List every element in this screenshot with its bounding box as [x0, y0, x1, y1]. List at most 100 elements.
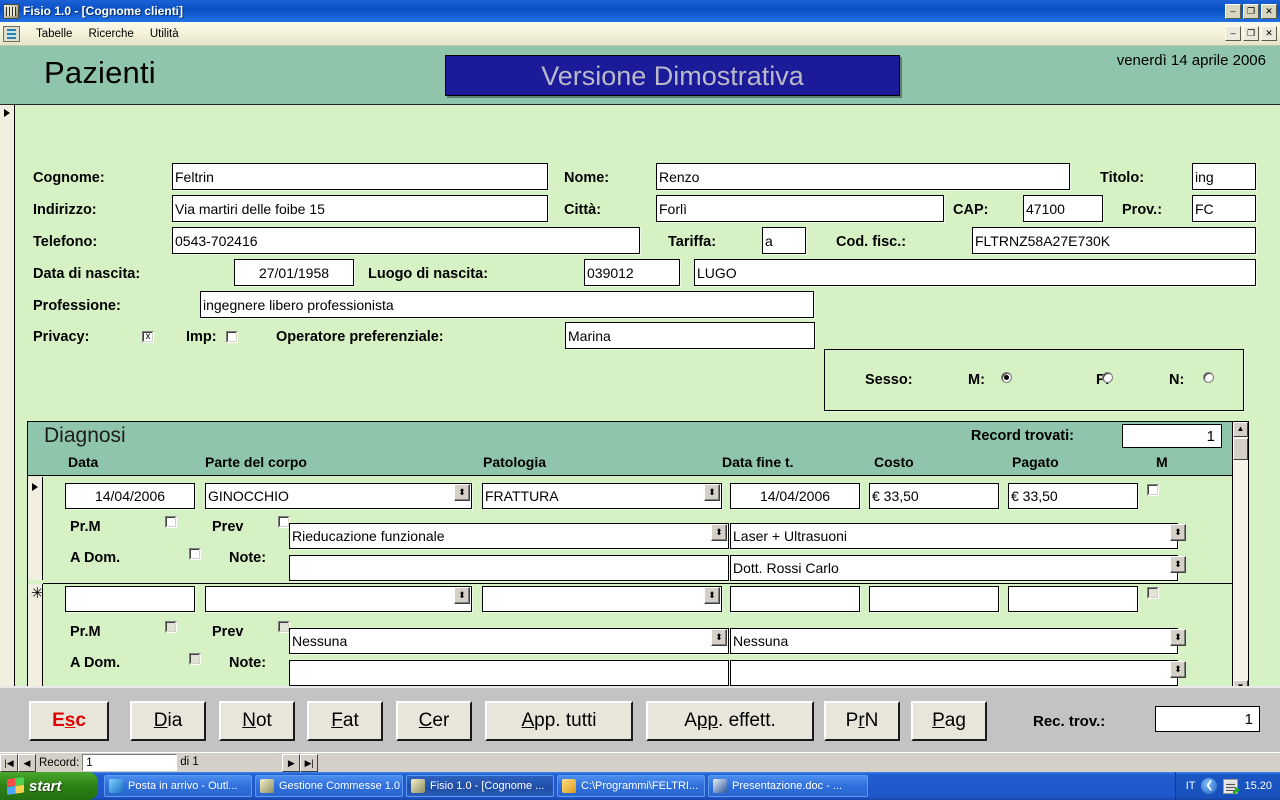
mdi-minimize-icon[interactable]: – [1225, 26, 1241, 41]
nome-label: Nome: [564, 170, 610, 186]
diagnosi-scrollbar[interactable]: ▲ ▼ [1232, 422, 1248, 695]
row-data-input[interactable]: 14/04/2006 [65, 483, 195, 509]
row-patologia-input[interactable]: FRATTURA [482, 483, 722, 509]
record-number-input[interactable]: 1 [82, 754, 178, 771]
titolo-input[interactable]: ing [1192, 163, 1256, 190]
tariffa-input[interactable]: a [762, 227, 806, 254]
privacy-checkbox[interactable]: x [142, 331, 154, 343]
row-pagato-input[interactable]: € 33,50 [1008, 483, 1138, 509]
record-selector[interactable] [0, 105, 15, 686]
new-patologia-dropdown-icon[interactable]: ⬍ [704, 587, 720, 604]
new-row-terapia-input[interactable]: Nessuna [289, 628, 729, 654]
new-row-apparecchiatura-input[interactable]: Nessuna [730, 628, 1178, 654]
parte-del-corpo-dropdown-icon[interactable]: ⬍ [454, 484, 470, 501]
nav-next-icon[interactable]: ▶ [282, 753, 301, 772]
row-terapia-input[interactable]: Rieducazione funzionale [289, 523, 729, 549]
patologia-dropdown-icon[interactable]: ⬍ [704, 484, 720, 501]
row-data-fine-input[interactable]: 14/04/2006 [730, 483, 860, 509]
menu-item-utilita[interactable]: Utilità [142, 26, 187, 42]
taskbar-item-explorer[interactable]: C:\Programmi\FELTRI... [557, 775, 705, 797]
language-indicator[interactable]: IT [1186, 780, 1196, 792]
new-row-data-fine-input[interactable] [730, 586, 860, 612]
new-row-data-input[interactable] [65, 586, 195, 612]
codfisc-input[interactable]: FLTRNZ58A27E730K [972, 227, 1256, 254]
app-icon [411, 779, 425, 793]
sesso-f-radio[interactable] [1102, 372, 1113, 383]
professione-input[interactable]: ingegnere libero professionista [200, 291, 814, 318]
new-row-m-checkbox[interactable] [1147, 587, 1159, 599]
start-button[interactable]: start [0, 772, 98, 800]
row-parte-del-corpo-input[interactable]: GINOCCHIO [205, 483, 472, 509]
taskbar-item-fisio[interactable]: Fisio 1.0 - [Cognome ... [406, 775, 554, 797]
chevron-left-icon[interactable]: ❮ [1201, 778, 1218, 794]
table-row-selector[interactable] [28, 477, 43, 580]
app-tutti-button[interactable]: App. tutti [485, 701, 633, 741]
terapia-dropdown-icon[interactable]: ⬍ [711, 524, 727, 541]
nav-last-icon[interactable]: ▶| [300, 753, 319, 772]
scrollbar-thumb[interactable] [1233, 438, 1248, 460]
new-medico-dropdown-icon[interactable]: ⬍ [1170, 661, 1186, 678]
new-row-patologia-input[interactable] [482, 586, 722, 612]
mdi-restore-icon[interactable]: ❐ [1243, 26, 1259, 41]
sesso-n-radio[interactable] [1203, 372, 1214, 383]
dia-button[interactable]: Dia [130, 701, 206, 741]
scroll-up-icon[interactable]: ▲ [1233, 422, 1248, 437]
fat-button-label: Fat [331, 710, 359, 731]
app-effett-button[interactable]: App. effett. [646, 701, 814, 741]
new-apparecchiatura-dropdown-icon[interactable]: ⬍ [1170, 629, 1186, 646]
pag-button[interactable]: Pag [911, 701, 987, 741]
row-costo-input[interactable]: € 33,50 [869, 483, 999, 509]
imp-checkbox[interactable] [226, 331, 238, 343]
nav-first-icon[interactable]: |◀ [0, 753, 18, 772]
new-terapia-dropdown-icon[interactable]: ⬍ [711, 629, 727, 646]
menu-item-tabelle[interactable]: Tabelle [28, 26, 80, 42]
nav-prev-icon[interactable]: ◀ [18, 753, 36, 772]
cognome-input[interactable]: Feltrin [172, 163, 548, 190]
not-button[interactable]: Not [219, 701, 295, 741]
medico-dropdown-icon[interactable]: ⬍ [1170, 556, 1186, 573]
new-parte-del-corpo-dropdown-icon[interactable]: ⬍ [454, 587, 470, 604]
data-nascita-input[interactable]: 27/01/1958 [234, 259, 354, 286]
apparecchiatura-dropdown-icon[interactable]: ⬍ [1170, 524, 1186, 541]
row-prm-checkbox[interactable] [165, 516, 177, 528]
row-note-input[interactable] [289, 555, 729, 581]
luogo-nascita-code-input[interactable]: 039012 [584, 259, 680, 286]
row-apparecchiatura-input[interactable]: Laser + Ultrasuoni [730, 523, 1178, 549]
new-row-adom-checkbox[interactable] [189, 653, 201, 665]
new-row-pagato-input[interactable] [1008, 586, 1138, 612]
menu-item-ricerche[interactable]: Ricerche [80, 26, 141, 42]
row-m-checkbox[interactable] [1147, 484, 1159, 496]
cap-input[interactable]: 47100 [1023, 195, 1103, 222]
tray-app-icon[interactable] [1223, 778, 1241, 795]
telefono-input[interactable]: 0543-702416 [172, 227, 640, 254]
window-controls: – ❐ ✕ [1225, 3, 1280, 19]
luogo-nascita-input[interactable]: LUGO [694, 259, 1256, 286]
indirizzo-input[interactable]: Via martiri delle foibe 15 [172, 195, 548, 222]
esc-button[interactable]: Esc [29, 701, 109, 741]
new-row-parte-del-corpo-input[interactable] [205, 586, 472, 612]
mdi-close-icon[interactable]: ✕ [1261, 26, 1277, 41]
prov-input[interactable]: FC [1192, 195, 1256, 222]
restore-icon[interactable]: ❐ [1243, 3, 1259, 19]
close-icon[interactable]: ✕ [1261, 3, 1277, 19]
row-adom-checkbox[interactable] [189, 548, 201, 560]
nome-input[interactable]: Renzo [656, 163, 1070, 190]
new-row-costo-input[interactable] [869, 586, 999, 612]
cer-button[interactable]: Cer [396, 701, 472, 741]
row-medico-input[interactable]: Dott. Rossi Carlo [730, 555, 1178, 581]
minimize-icon[interactable]: – [1225, 3, 1241, 19]
citta-input[interactable]: Forlì [656, 195, 944, 222]
new-row-prm-checkbox[interactable] [165, 621, 177, 633]
sesso-m-radio[interactable] [1001, 372, 1012, 383]
prn-button[interactable]: PrN [824, 701, 900, 741]
new-row-medico-input[interactable] [730, 660, 1178, 686]
operatore-input[interactable]: Marina [565, 322, 815, 349]
new-row-note-input[interactable] [289, 660, 729, 686]
row-adom-label: A Dom. [70, 550, 121, 566]
taskbar-item-word[interactable]: Presentazione.doc - ... [708, 775, 868, 797]
taskbar-item-outlook[interactable]: Posta in arrivo - Outl... [104, 775, 252, 797]
taskbar-item-gestione-commesse[interactable]: Gestione Commesse 1.0 [255, 775, 403, 797]
esc-button-label: Esc [52, 710, 86, 731]
fat-button[interactable]: Fat [307, 701, 383, 741]
table-row-selector-new[interactable]: ✳ [28, 584, 44, 694]
